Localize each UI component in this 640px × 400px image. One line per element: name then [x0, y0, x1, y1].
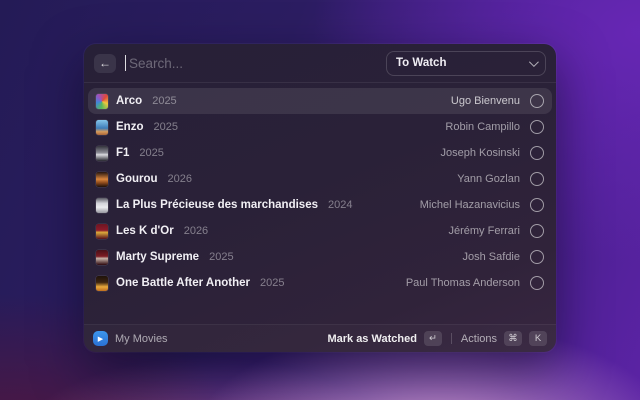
- command-key-icon[interactable]: ⌘: [504, 331, 522, 346]
- search-input[interactable]: [129, 56, 377, 71]
- movie-row[interactable]: Les K d'Or 2026 Jérémy Ferrari: [88, 218, 552, 244]
- movie-year: 2026: [184, 225, 208, 237]
- watch-status-circle-icon: [530, 120, 544, 134]
- movie-title: Enzo: [116, 121, 143, 133]
- movie-row[interactable]: La Plus Précieuse des marchandises 2024 …: [88, 192, 552, 218]
- search-topbar: ← To Watch: [84, 44, 556, 82]
- movie-director: Joseph Kosinski: [441, 147, 521, 159]
- watch-status-circle-icon: [530, 146, 544, 160]
- movie-row[interactable]: Gourou 2026 Yann Gozlan: [88, 166, 552, 192]
- movie-year: 2024: [328, 199, 352, 211]
- return-key-icon[interactable]: ↵: [424, 331, 442, 346]
- watch-status-circle-icon: [530, 94, 544, 108]
- movie-title: Les K d'Or: [116, 225, 174, 237]
- movie-list: Arco 2025 Ugo Bienvenu Enzo 2025 Robin C…: [84, 83, 556, 324]
- movie-poster-thumbnail: [96, 94, 108, 109]
- movie-year: 2025: [139, 147, 163, 159]
- raycast-command-window: ← To Watch Arco 2025 Ugo Bienvenu Enzo 2…: [84, 44, 556, 352]
- back-button[interactable]: ←: [94, 54, 116, 73]
- movie-title: Marty Supreme: [116, 251, 199, 263]
- movie-director: Paul Thomas Anderson: [406, 277, 520, 289]
- actions-button[interactable]: Actions: [461, 333, 497, 345]
- movie-year: 2025: [152, 95, 176, 107]
- movie-title: One Battle After Another: [116, 277, 250, 289]
- movie-row[interactable]: F1 2025 Joseph Kosinski: [88, 140, 552, 166]
- watch-status-circle-icon: [530, 198, 544, 212]
- movie-poster-thumbnail: [96, 120, 108, 135]
- movie-poster-thumbnail: [96, 198, 108, 213]
- movie-row[interactable]: Enzo 2025 Robin Campillo: [88, 114, 552, 140]
- movie-director: Josh Safdie: [463, 251, 520, 263]
- movie-poster-thumbnail: [96, 146, 108, 161]
- movie-year: 2026: [168, 173, 192, 185]
- footer-vertical-divider: [451, 333, 452, 344]
- back-arrow-icon: ←: [99, 56, 111, 70]
- watch-status-circle-icon: [530, 172, 544, 186]
- movie-director: Ugo Bienvenu: [451, 95, 520, 107]
- movie-poster-thumbnail: [96, 172, 108, 187]
- chevron-down-icon: [529, 57, 539, 67]
- text-cursor: [125, 55, 126, 71]
- movie-year: 2025: [153, 121, 177, 133]
- footer-bar: ▶ My Movies Mark as Watched ↵ Actions ⌘ …: [84, 325, 556, 352]
- primary-action-label[interactable]: Mark as Watched: [327, 333, 416, 345]
- movie-row[interactable]: One Battle After Another 2025 Paul Thoma…: [88, 270, 552, 296]
- k-key-icon[interactable]: K: [529, 331, 547, 346]
- watch-status-circle-icon: [530, 250, 544, 264]
- movie-poster-thumbnail: [96, 250, 108, 265]
- watch-status-circle-icon: [530, 276, 544, 290]
- movie-director: Yann Gozlan: [457, 173, 520, 185]
- movie-director: Michel Hazanavicius: [420, 199, 520, 211]
- movie-poster-thumbnail: [96, 276, 108, 291]
- play-icon: ▶: [98, 335, 103, 343]
- movie-year: 2025: [209, 251, 233, 263]
- movie-poster-thumbnail: [96, 224, 108, 239]
- my-movies-app-icon: ▶: [93, 331, 108, 346]
- movie-title: F1: [116, 147, 129, 159]
- filter-dropdown[interactable]: To Watch: [386, 51, 546, 76]
- movie-director: Jérémy Ferrari: [448, 225, 520, 237]
- app-name-label: My Movies: [115, 333, 168, 345]
- filter-dropdown-value: To Watch: [396, 57, 523, 69]
- search-field-wrap: [125, 55, 377, 71]
- movie-row[interactable]: Arco 2025 Ugo Bienvenu: [88, 88, 552, 114]
- movie-title: La Plus Précieuse des marchandises: [116, 199, 318, 211]
- movie-title: Arco: [116, 95, 142, 107]
- movie-director: Robin Campillo: [445, 121, 520, 133]
- watch-status-circle-icon: [530, 224, 544, 238]
- movie-row[interactable]: Marty Supreme 2025 Josh Safdie: [88, 244, 552, 270]
- movie-year: 2025: [260, 277, 284, 289]
- movie-title: Gourou: [116, 173, 158, 185]
